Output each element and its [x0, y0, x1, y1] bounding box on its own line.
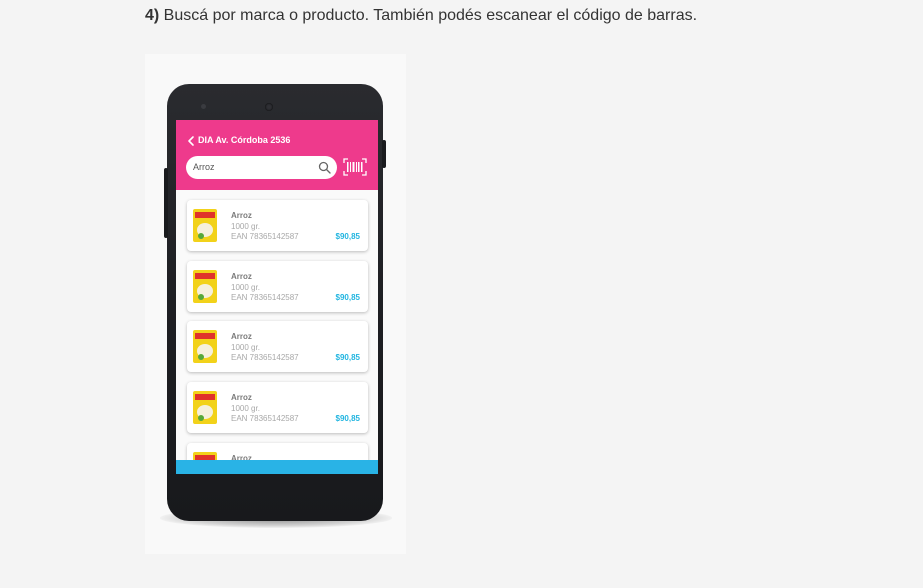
- search-input[interactable]: Arroz: [186, 156, 337, 179]
- search-icon[interactable]: [318, 161, 331, 174]
- phone-camera: [265, 103, 273, 111]
- search-input-value: Arroz: [193, 162, 215, 172]
- product-ean: EAN 78365142587: [231, 293, 299, 302]
- phone-screen: DIA Av. Córdoba 2536 Arroz Arroz 1000 gr…: [176, 120, 378, 474]
- product-ean: EAN 78365142587: [231, 232, 299, 241]
- bottom-bar: [176, 460, 378, 474]
- product-name: Arroz: [231, 272, 252, 281]
- product-price: $90,85: [335, 353, 360, 362]
- phone-sensor: [201, 104, 206, 109]
- product-name: Arroz: [231, 211, 252, 220]
- store-name: DIA Av. Córdoba 2536: [198, 135, 291, 145]
- rice-package-image: [193, 270, 217, 303]
- product-price: $90,85: [335, 414, 360, 423]
- app-header: DIA Av. Córdoba 2536 Arroz: [176, 120, 378, 190]
- product-price: $90,85: [335, 232, 360, 241]
- barcode-scan-icon[interactable]: [343, 158, 367, 176]
- rice-package-image: [193, 209, 217, 242]
- instruction-step-number: 4): [145, 7, 160, 24]
- rice-package-image: [193, 330, 217, 363]
- phone-volume-button: [164, 168, 168, 238]
- rice-package-image: [193, 391, 217, 424]
- product-price: $90,85: [335, 293, 360, 302]
- chevron-left-icon[interactable]: [185, 135, 197, 147]
- product-list: Arroz 1000 gr. EAN 78365142587 $90,85 Ar…: [176, 190, 378, 474]
- product-ean: EAN 78365142587: [231, 414, 299, 423]
- product-card[interactable]: Arroz 1000 gr. EAN 78365142587 $90,85: [187, 261, 368, 312]
- instruction-body: Buscá por marca o producto. También podé…: [159, 7, 698, 24]
- product-card[interactable]: Arroz 1000 gr. EAN 78365142587 $90,85: [187, 200, 368, 251]
- product-card[interactable]: Arroz 1000 gr. EAN 78365142587 $90,85: [187, 321, 368, 372]
- phone-power-button: [382, 140, 386, 168]
- product-weight: 1000 gr.: [231, 283, 260, 292]
- product-weight: 1000 gr.: [231, 222, 260, 231]
- product-weight: 1000 gr.: [231, 404, 260, 413]
- product-weight: 1000 gr.: [231, 343, 260, 352]
- product-name: Arroz: [231, 332, 252, 341]
- product-card[interactable]: Arroz 1000 gr. EAN 78365142587 $90,85: [187, 382, 368, 433]
- product-ean: EAN 78365142587: [231, 353, 299, 362]
- product-name: Arroz: [231, 393, 252, 402]
- instruction-text: 4) Buscá por marca o producto. También p…: [145, 7, 697, 25]
